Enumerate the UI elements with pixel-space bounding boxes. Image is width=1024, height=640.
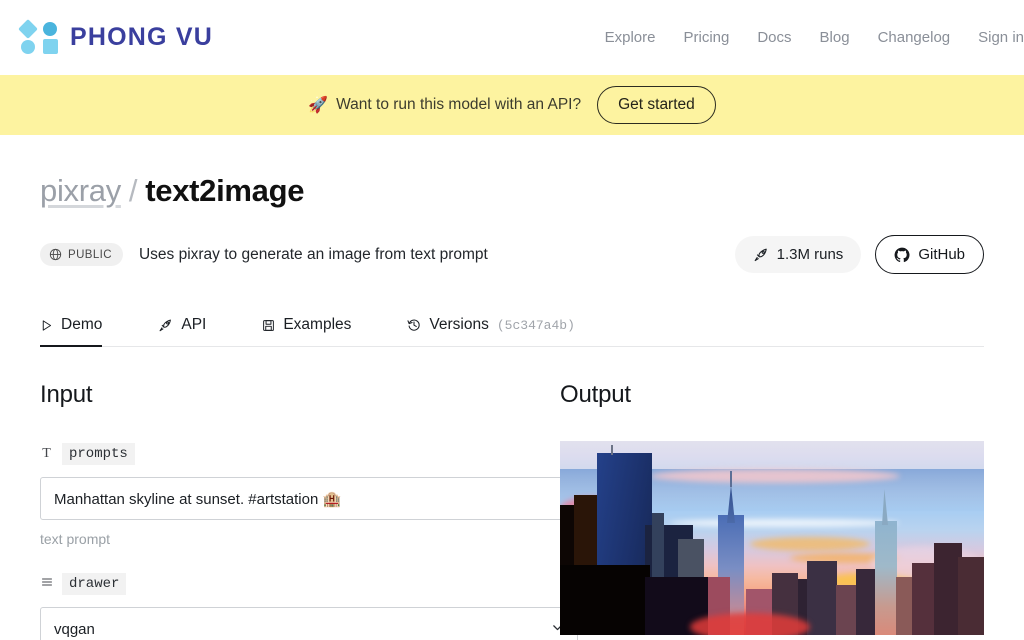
input-panel: Input T prompts Manhattan skyline at sun… xyxy=(0,347,578,640)
drawer-select[interactable]: vqgan xyxy=(40,607,578,640)
cloud-shape xyxy=(750,537,870,551)
tab-demo-label: Demo xyxy=(61,316,103,333)
tab-api[interactable]: API xyxy=(158,316,206,346)
globe-icon xyxy=(49,248,62,261)
cloud-shape xyxy=(670,519,900,527)
prompts-input[interactable]: Manhattan skyline at sunset. #artstation… xyxy=(40,477,578,520)
tab-examples[interactable]: Examples xyxy=(262,316,351,346)
page-root: PHONG VU Explore Pricing Docs Blog Chang… xyxy=(0,0,1024,640)
model-actions: 1.3M runs GitHub xyxy=(734,235,984,274)
text-type-icon: T xyxy=(42,446,51,461)
model-description: Uses pixray to generate an image from te… xyxy=(138,245,488,263)
field-drawer-label-row: drawer xyxy=(40,573,560,595)
github-button[interactable]: GitHub xyxy=(875,235,984,274)
get-started-button[interactable]: Get started xyxy=(597,86,716,124)
nav-docs[interactable]: Docs xyxy=(757,29,791,46)
page-title: pixray / text2image xyxy=(40,173,984,209)
api-banner-text-group: 🚀 Want to run this model with an API? xyxy=(308,95,581,115)
tab-demo[interactable]: Demo xyxy=(40,316,103,347)
tower-antenna xyxy=(611,445,613,455)
output-panel: Output xyxy=(560,347,1024,640)
logo-diamond-shape xyxy=(18,18,38,39)
drawer-select-value: vqgan xyxy=(54,620,95,638)
site-logo[interactable]: PHONG VU xyxy=(18,18,213,55)
tab-api-label: API xyxy=(181,316,207,333)
nav-blog[interactable]: Blog xyxy=(820,29,850,46)
version-hash: (5c347a4b) xyxy=(496,317,575,333)
tab-versions[interactable]: Versions (5c347a4b) xyxy=(407,316,575,346)
empire-antenna xyxy=(730,471,732,487)
tab-versions-label: Versions xyxy=(429,316,489,333)
model-owner-link[interactable]: pixray xyxy=(40,173,121,209)
model-name: text2image xyxy=(145,173,305,208)
output-image[interactable] xyxy=(560,441,984,635)
breadcrumb: pixray / text2image xyxy=(40,135,984,209)
github-label: GitHub xyxy=(918,246,965,263)
api-banner: 🚀 Want to run this model with an API? Ge… xyxy=(0,75,1024,135)
model-tabs: Demo API Examples Versions (5c347a4b) xyxy=(40,304,984,347)
nav-explore[interactable]: Explore xyxy=(605,29,656,46)
field-prompts-key: prompts xyxy=(62,443,135,465)
prompts-helper-text: text prompt xyxy=(40,531,111,547)
runs-badge: 1.3M runs xyxy=(734,236,862,273)
logo-circle-dark-shape xyxy=(43,21,57,36)
model-meta-row: PUBLIC Uses pixray to generate an image … xyxy=(40,235,984,274)
field-drawer-key: drawer xyxy=(62,573,127,595)
prompts-input-value: Manhattan skyline at sunset. #artstation… xyxy=(54,490,342,508)
building-silhouette xyxy=(560,565,650,635)
rocket-icon: 🚀 xyxy=(308,97,329,114)
list-type-icon xyxy=(40,576,53,593)
main-nav: Explore Pricing Docs Blog Changelog Sign… xyxy=(605,29,1024,46)
freedom-tower xyxy=(875,521,897,635)
save-icon xyxy=(263,319,275,331)
history-icon xyxy=(407,319,421,331)
field-prompts-label-row: T prompts xyxy=(40,443,560,465)
github-icon xyxy=(894,247,910,262)
field-prompts: T prompts Manhattan skyline at sunset. #… xyxy=(40,443,578,547)
play-icon xyxy=(42,319,52,331)
cloud-shape xyxy=(650,469,900,483)
logo-circle-light-shape xyxy=(21,39,35,54)
input-heading: Input xyxy=(40,381,93,408)
building-silhouette xyxy=(958,557,984,635)
nav-pricing[interactable]: Pricing xyxy=(683,29,729,46)
logo-square-shape xyxy=(42,39,58,54)
site-header: PHONG VU Explore Pricing Docs Blog Chang… xyxy=(0,0,1024,75)
model-header: pixray / text2image PUBLIC Uses pixray t… xyxy=(0,135,1024,347)
runs-count: 1.3M runs xyxy=(776,246,844,263)
nav-changelog[interactable]: Changelog xyxy=(878,29,951,46)
field-drawer: drawer vqgan xyxy=(40,573,578,640)
rocket-icon xyxy=(159,319,172,331)
output-heading: Output xyxy=(560,381,631,408)
status-badge: PUBLIC xyxy=(40,243,123,266)
rocket-icon xyxy=(754,248,767,261)
api-banner-label: Want to run this model with an API? xyxy=(336,96,582,113)
status-badge-label: PUBLIC xyxy=(68,248,112,261)
main-content: Input T prompts Manhattan skyline at sun… xyxy=(0,347,1024,640)
nav-signin[interactable]: Sign in xyxy=(978,29,1024,46)
tab-examples-label: Examples xyxy=(283,316,352,333)
logo-marks-icon xyxy=(18,18,60,55)
building-silhouette xyxy=(807,561,837,635)
logo-wordmark: PHONG VU xyxy=(70,23,213,51)
ground-glow xyxy=(690,613,810,635)
title-separator: / xyxy=(128,173,138,208)
